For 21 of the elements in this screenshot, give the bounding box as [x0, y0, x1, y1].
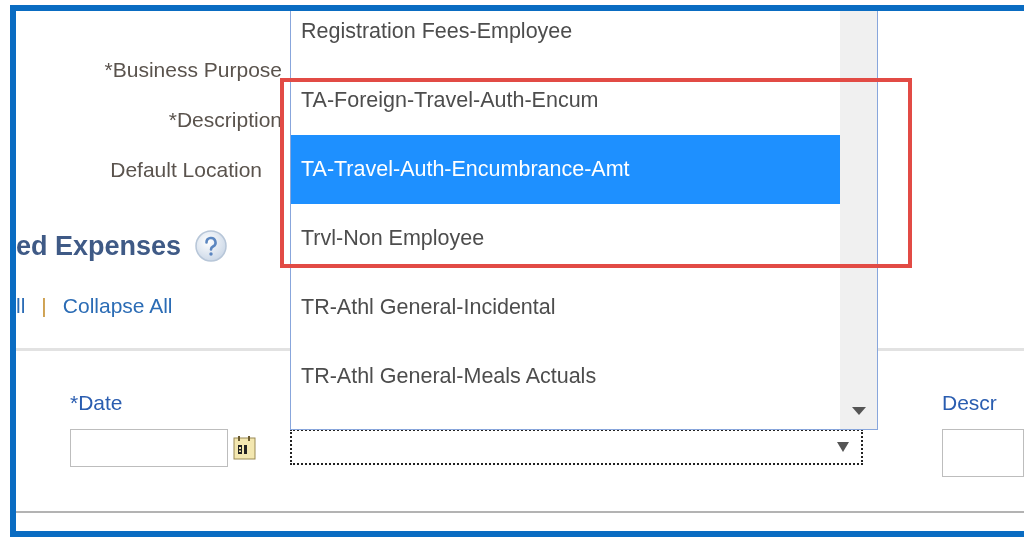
- date-input-field[interactable]: [70, 429, 228, 467]
- scroll-down-icon[interactable]: [851, 407, 866, 415]
- expand-all-link[interactable]: ll: [16, 294, 26, 318]
- description-label: Descr: [942, 391, 998, 416]
- field-label: Default Location: [110, 158, 262, 182]
- link-separator: |: [41, 294, 47, 318]
- field-label: *Business Purpose: [104, 58, 282, 82]
- dropdown-option[interactable]: Registration Fees-Employee: [291, 11, 840, 66]
- caret-icon: [837, 442, 849, 452]
- description-input-field[interactable]: [942, 429, 1024, 477]
- collapse-all-link[interactable]: Collapse All: [62, 294, 173, 318]
- dropdown-option[interactable]: Trvl-Non Employee: [291, 204, 840, 273]
- dropdown-option[interactable]: TA-Foreign-Travel-Auth-Encum: [291, 66, 840, 135]
- dropdown-option[interactable]: TR-Athl General-Meals Actuals: [291, 342, 840, 411]
- section-title: ed Expenses: [16, 230, 182, 262]
- date-label: *Date: [70, 391, 124, 416]
- scrollbar[interactable]: [840, 11, 877, 429]
- dropdown-option[interactable]: TR-Athl General-Incidental: [291, 273, 840, 342]
- field-label: *Description: [168, 108, 282, 132]
- help-icon[interactable]: [195, 230, 228, 262]
- calendar-icon[interactable]: [233, 435, 257, 461]
